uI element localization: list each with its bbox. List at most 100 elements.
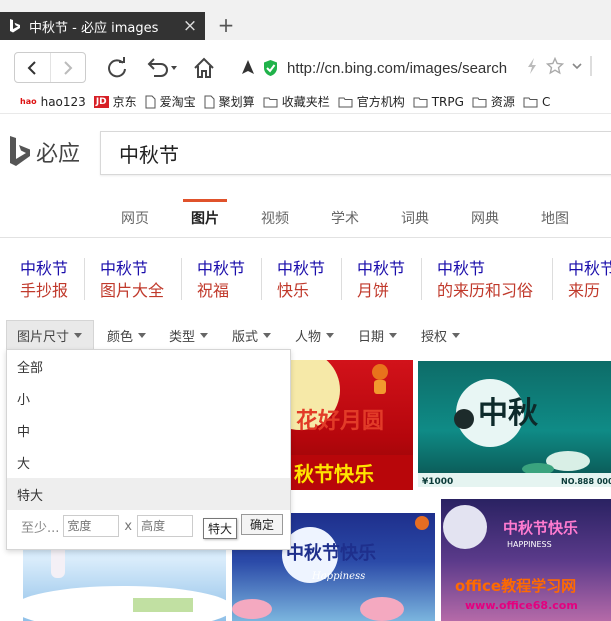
home-icon [194,57,214,78]
toolbar-divider [590,56,592,76]
related-divider [421,258,422,300]
scope-videos[interactable]: 视频 [261,208,289,228]
filter-layout[interactable]: 版式 [232,320,272,350]
search-box[interactable] [100,131,611,175]
scope-wangdian[interactable]: 网典 [471,208,499,228]
bing-logo[interactable]: 必应 [8,136,80,168]
bookmark-hao123[interactable]: hao hao123 [20,95,86,109]
active-scope-indicator [183,199,227,202]
bookmark-folder-c[interactable]: C [523,95,550,109]
home-button[interactable] [191,55,217,81]
tab-close-icon[interactable]: × [179,16,201,36]
scope-web[interactable]: 网页 [121,208,149,228]
svg-text:Happiness: Happiness [311,571,365,582]
related-search-item[interactable]: 中秋节 的来历和习俗 [437,258,533,302]
filter-color[interactable]: 颜色 [107,320,147,350]
related-divider [84,258,85,300]
folder-icon [413,96,428,108]
svg-text:中秋节快乐: 中秋节快乐 [286,542,376,564]
filter-bar: 图片尺寸 颜色 类型 版式 人物 日期 授权 [0,320,611,350]
svg-text:NO.888 000: NO.888 000 [561,477,611,486]
at-least-label: 至少... [21,520,60,536]
bing-b-icon [10,136,30,166]
related-search-item[interactable]: 中秋节 快乐 [277,258,325,302]
image-thumbnail: 花好月圆 秋节快乐 [290,360,413,490]
related-search-item[interactable]: 中秋节 祝福 [197,258,245,302]
bookmarks-bar: hao hao123 JD 京东 爱淘宝 聚划算 收藏夹栏 官方机构 TRPG … [0,90,611,114]
forward-button[interactable] [49,53,86,82]
related-search-item[interactable]: 中秋节 手抄报 [20,258,68,302]
new-tab-button[interactable]: + [212,14,240,38]
size-option-large[interactable]: 大 [7,446,290,478]
bookmark-aitaobao[interactable]: 爱淘宝 [145,93,196,110]
size-option-extra-large[interactable]: 特大 [7,478,290,510]
bookmark-folder-official[interactable]: 官方机构 [338,93,405,110]
tooltip: 特大 [203,518,237,539]
width-input[interactable] [63,515,120,537]
bookmark-folder-resources[interactable]: 资源 [472,93,515,110]
caret-down-icon [263,332,272,338]
scope-maps[interactable]: 地图 [541,208,569,228]
undo-icon [147,58,177,77]
bing-favicon-icon [8,19,22,33]
height-input[interactable] [137,515,194,537]
image-thumbnail: 中秋 ¥1000 NO.888 000 [418,379,611,487]
confirm-size-button[interactable]: 确定 [241,514,283,535]
filter-license[interactable]: 授权 [421,320,461,350]
back-button[interactable] [15,53,50,82]
bookmark-jd[interactable]: JD 京东 [93,93,137,110]
image-result[interactable]: 中秋节快乐 HAPPINESS office教程学习网 www.office68… [441,499,611,621]
size-option-small[interactable]: 小 [7,382,290,414]
refresh-button[interactable] [104,55,130,81]
bookmark-folder-favorites[interactable]: 收藏夹栏 [263,93,330,110]
related-search-item[interactable]: 中秋节 月饼 [357,258,405,302]
related-divider [552,258,553,300]
folder-icon [523,96,538,108]
size-option-all[interactable]: 全部 [7,350,290,382]
bookmark-folder-trpg[interactable]: TRPG [413,95,464,109]
image-result[interactable]: 中秋 ¥1000 NO.888 000 [418,361,611,487]
address-bar-actions [526,56,592,76]
chevron-down-icon[interactable] [572,61,582,71]
caret-down-icon [200,332,209,338]
image-thumbnail: 中秋节快乐 HAPPINESS office教程学习网 www.office68… [443,505,578,612]
filter-type[interactable]: 类型 [169,320,209,350]
tab-title: 中秋节 - 必应 images [29,20,159,36]
star-favorite-icon[interactable] [546,57,564,75]
lightning-icon[interactable] [526,57,538,75]
image-result[interactable]: 花好月圆 秋节快乐 [290,360,413,490]
svg-text:office教程学习网: office教程学习网 [455,577,576,595]
svg-text:¥1000: ¥1000 [422,477,453,487]
page-icon [204,95,215,109]
times-label: x [124,518,133,534]
related-search-item[interactable]: 中秋节 图片大全 [100,258,164,302]
size-option-medium[interactable]: 中 [7,414,290,446]
bookmark-juhuasuan[interactable]: 聚划算 [204,93,255,110]
related-divider [261,258,262,300]
caret-down-icon [138,332,147,338]
related-search-item[interactable]: 中秋节 来历 [568,258,611,302]
url-text[interactable]: http://cn.bing.com/images/search [287,60,509,77]
filter-people[interactable]: 人物 [295,320,335,350]
secure-shield-icon [264,60,277,76]
search-input[interactable] [101,132,611,174]
scope-academic[interactable]: 学术 [331,208,359,228]
caret-down-icon [74,333,83,338]
filter-image-size[interactable]: 图片尺寸 [6,320,94,350]
caret-down-icon [326,332,335,338]
related-divider [341,258,342,300]
forward-arrow-icon [64,60,73,75]
scope-dictionary[interactable]: 词典 [401,208,429,228]
refresh-icon [108,57,126,78]
scope-images[interactable]: 图片 [191,208,219,228]
nav-button-group [14,52,86,83]
filter-date[interactable]: 日期 [358,320,398,350]
browser-tab-active[interactable]: 中秋节 - 必应 images × [0,12,205,40]
address-bar[interactable]: http://cn.bing.com/images/search [240,54,540,82]
folder-icon [338,96,353,108]
site-info-icon [242,60,254,74]
tab-bar: 中秋节 - 必应 images × + [0,0,611,40]
folder-icon [263,96,278,108]
svg-text:中秋节快乐: 中秋节快乐 [503,519,578,537]
undo-button[interactable] [143,55,179,81]
